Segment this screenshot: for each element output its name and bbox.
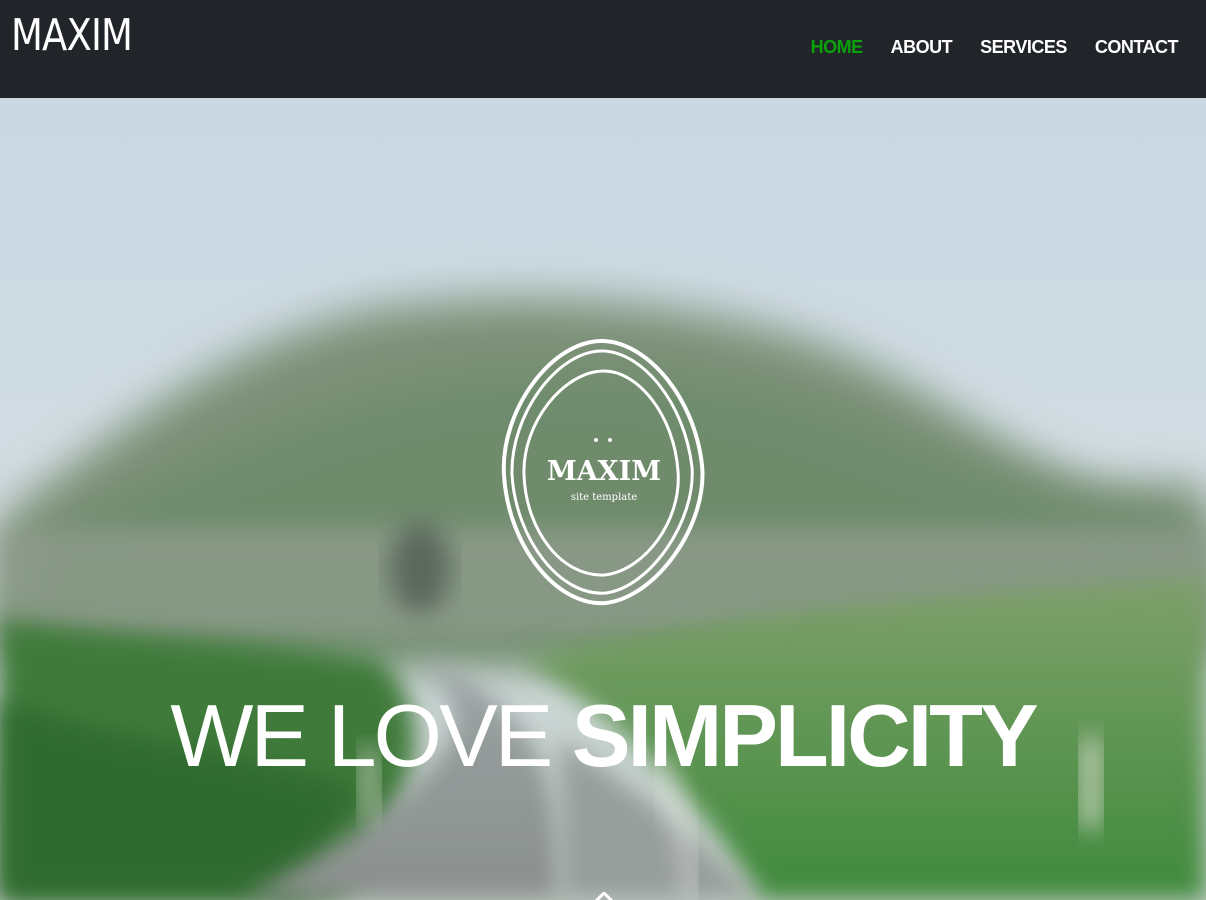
nav-contact[interactable]: CONTACT <box>1095 34 1179 60</box>
maxim-badge-logo: MAXIM site template <box>501 338 705 606</box>
main-nav: HOME ABOUT SERVICES CONTACT <box>811 34 1179 60</box>
brand-logo[interactable]: MAXIM <box>11 10 133 62</box>
hero-tagline: WE LOVE SIMPLICITY <box>0 686 1206 786</box>
top-navbar: MAXIM HOME ABOUT SERVICES CONTACT <box>0 0 1206 98</box>
chevron-up-icon[interactable] <box>595 892 613 900</box>
nav-about[interactable]: ABOUT <box>891 34 953 60</box>
nav-home[interactable]: HOME <box>811 34 864 60</box>
badge-subtitle: site template <box>571 492 637 503</box>
hero-section: MAXIM site template WE LOVE SIMPLICITY <box>0 98 1206 900</box>
tagline-light: WE LOVE <box>170 686 553 785</box>
nav-services[interactable]: SERVICES <box>980 34 1067 60</box>
badge-title: MAXIM <box>547 456 661 487</box>
tagline-bold: SIMPLICITY <box>571 686 1039 785</box>
